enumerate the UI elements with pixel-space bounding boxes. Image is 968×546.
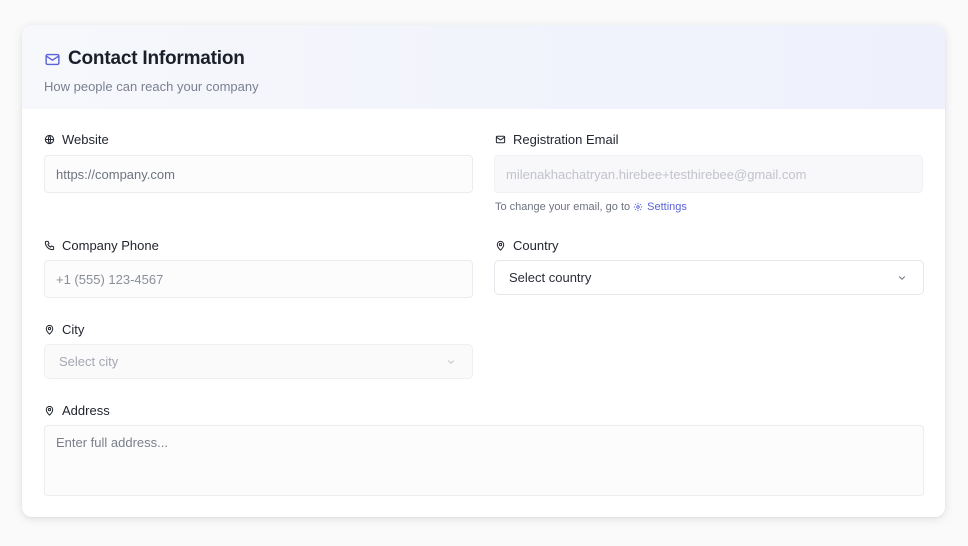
registration-email-value: milenakhachatryan.hirebee+testhirebee@gm… <box>506 166 807 182</box>
website-label: Website <box>62 131 109 147</box>
helper-text: To change your email, go to <box>495 201 631 213</box>
company-phone-label: Company Phone <box>62 237 159 253</box>
city-selected-value: Select city <box>59 354 119 369</box>
chevron-down-icon <box>898 275 906 280</box>
email-helper-text: To change your email, go to Settings <box>495 201 687 213</box>
address-label: Address <box>62 402 110 418</box>
country-selected-value: Select country <box>509 270 592 285</box>
page-subtitle: How people can reach your company <box>44 79 259 94</box>
website-value: https://company.com <box>56 166 175 182</box>
city-label-row: City <box>44 321 84 337</box>
website-input[interactable]: https://company.com <box>44 155 473 193</box>
map-pin-icon <box>45 405 54 416</box>
gear-icon <box>633 202 643 212</box>
address-placeholder: Enter full address... <box>56 435 168 450</box>
address-textarea[interactable]: Enter full address... <box>44 425 924 496</box>
registration-email-label-row: Registration Email <box>495 131 619 147</box>
registration-email-field: milenakhachatryan.hirebee+testhirebee@gm… <box>494 155 923 193</box>
company-phone-input[interactable]: +1 (555) 123-4567 <box>44 260 473 298</box>
country-select[interactable]: Select country <box>494 260 924 295</box>
website-label-row: Website <box>44 131 109 147</box>
map-pin-icon <box>45 324 54 335</box>
city-label: City <box>62 321 85 337</box>
country-label: Country <box>513 237 559 253</box>
registration-email-label: Registration Email <box>513 131 619 147</box>
city-select: Select city <box>44 344 473 379</box>
mail-icon <box>495 135 506 143</box>
page-title: Contact Information <box>68 48 245 69</box>
address-label-row: Address <box>44 402 110 418</box>
settings-link[interactable]: Settings <box>633 201 687 213</box>
contact-information-card: Contact Information How people can reach… <box>22 25 945 517</box>
company-phone-label-row: Company Phone <box>44 237 159 253</box>
phone-icon <box>44 240 55 250</box>
mail-icon <box>45 53 60 65</box>
settings-link-label: Settings <box>647 201 687 213</box>
card-header: Contact Information How people can reach… <box>22 25 945 109</box>
company-phone-placeholder: +1 (555) 123-4567 <box>56 271 164 287</box>
globe-icon <box>44 134 55 144</box>
country-label-row: Country <box>495 237 559 253</box>
map-pin-icon <box>496 240 505 251</box>
chevron-down-icon <box>447 359 455 364</box>
